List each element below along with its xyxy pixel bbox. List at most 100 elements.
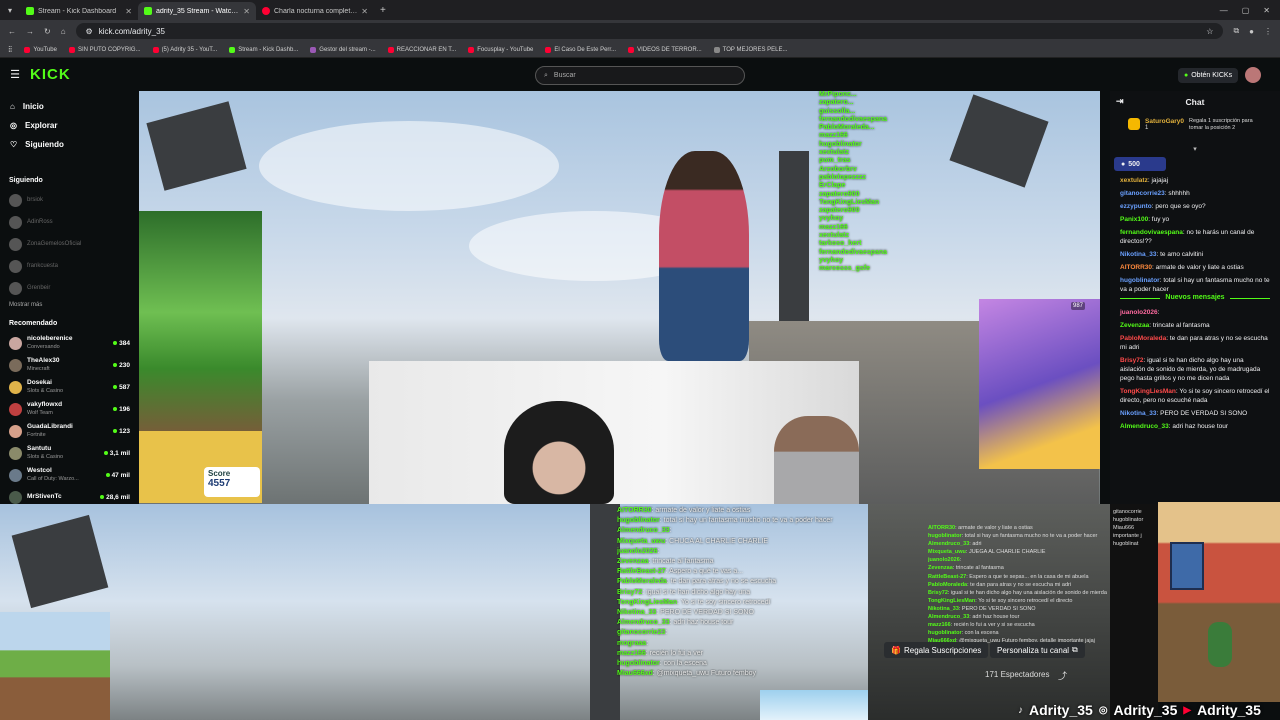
bookmark-item[interactable]: YouTube xyxy=(24,46,57,53)
forward-icon[interactable]: → xyxy=(26,27,34,36)
tab-search-icon[interactable]: ▾ xyxy=(0,6,20,15)
bookmark-item[interactable]: (5) Adrity 35 - YouT... xyxy=(152,46,217,53)
recommended-item[interactable]: nicoleberenice Conversando 384 xyxy=(0,332,139,354)
kick-logo[interactable]: KICK xyxy=(30,66,71,83)
bookmark-item[interactable]: SIN PUTO COPYRIG... xyxy=(68,46,141,53)
bookmark-item[interactable]: TOP MEJORES PELE... xyxy=(713,46,787,53)
extensions-icon[interactable]: ⧉ xyxy=(1233,26,1239,36)
bookmark-item[interactable]: Focusplay - YouTube xyxy=(468,46,533,53)
video-player[interactable]: Score 4557 987 MrPiponc... zapatero... gui… xyxy=(139,91,1100,504)
chat-message[interactable]: gitanocorrie23: shhhhh xyxy=(1120,189,1270,198)
recommended-item[interactable]: GuadaLibrandi Fortnite 123 xyxy=(0,420,139,442)
bookmark-item[interactable]: REACCIONAR EN T... xyxy=(387,46,456,53)
minimize-icon[interactable]: — xyxy=(1220,6,1228,15)
channel-category: Slots & Casino xyxy=(27,454,64,461)
following-item[interactable]: frankcuesta xyxy=(0,255,139,277)
bookmark-item[interactable]: VIDEOS DE TERROR... xyxy=(628,46,702,53)
maximize-icon[interactable]: ▢ xyxy=(1242,6,1250,15)
bookmark-item[interactable]: El Caso De Este Perr... xyxy=(545,46,616,53)
chat-message[interactable]: PabloMoraleda: te dan para atras y no se… xyxy=(1120,334,1270,352)
chat-username[interactable]: Almendruco_33 xyxy=(1120,423,1169,430)
chat-message[interactable]: TongKingLiesMan: Yo si te soy sincero re… xyxy=(1120,387,1270,405)
share-icon[interactable]: ⤴ xyxy=(1058,669,1067,682)
close-icon[interactable]: ✕ xyxy=(361,7,368,16)
user-avatar[interactable] xyxy=(1245,67,1261,83)
show-more-link[interactable]: Mostrar más xyxy=(0,299,139,311)
following-item[interactable]: AdinRoss xyxy=(0,211,139,233)
profile-icon[interactable]: ● xyxy=(1249,27,1254,36)
chat-message[interactable]: Nikotina_33: te amo calvitini xyxy=(1120,250,1270,259)
get-kicks-button[interactable]: ● Obtén KICKs xyxy=(1178,68,1239,83)
pinned-gift[interactable]: SaturoGary0 1 Regala 1 suscripción para … xyxy=(1110,112,1280,145)
chat-username[interactable]: AITORR30 xyxy=(1120,264,1152,271)
chat-message[interactable]: Panix100: fuy yo xyxy=(1120,215,1270,224)
nav-explore[interactable]: ◎ Explorar xyxy=(0,116,139,135)
coin-icon: ● xyxy=(1121,160,1126,168)
chat-username[interactable]: Nikotina_33 xyxy=(1120,251,1157,258)
browser-tab-dashboard[interactable]: Stream - Kick Dashboard ✕ xyxy=(20,2,138,20)
chat-message[interactable]: Nikotina_33: PERO DE VERDAD SI SONO xyxy=(1120,409,1270,418)
recommended-item[interactable]: Westcol Call of Duty: Warzo... 47 mil xyxy=(0,464,139,486)
chat-message[interactable]: xextulatz: jajajaj xyxy=(1120,176,1270,185)
close-icon[interactable]: ✕ xyxy=(125,7,132,16)
customize-channel-button[interactable]: Personaliza tu canal ⧉ xyxy=(990,642,1085,658)
tiktok-icon: ♪ xyxy=(1018,704,1023,716)
following-item[interactable]: brsiok xyxy=(0,189,139,211)
recommended-item[interactable]: TheAlex30 Minecraft 230 xyxy=(0,354,139,376)
close-window-icon[interactable]: ✕ xyxy=(1263,6,1270,15)
pedestrian-shape xyxy=(659,151,749,361)
search-input[interactable]: ⌕ Buscar xyxy=(535,66,745,85)
apps-icon[interactable]: ⣿ xyxy=(8,46,12,53)
chat-message[interactable]: Almendruco_33: adri haz house tour xyxy=(1120,422,1270,431)
chat-user: Nikotina_33 xyxy=(928,605,959,612)
nav-following[interactable]: ♡ Siguiendo xyxy=(0,135,139,154)
chat-username[interactable]: Zevenzaa xyxy=(1120,322,1149,329)
chat-username[interactable]: ezzypunto xyxy=(1120,203,1152,210)
chat-username[interactable]: juanolo2026 xyxy=(1120,309,1158,316)
chat-text: : PERO DE VERDAD SI SONO xyxy=(958,605,1036,612)
recommended-item[interactable]: Dosekai Slots & Casino 587 xyxy=(0,376,139,398)
chat-username[interactable]: Brisy72 xyxy=(1120,357,1144,364)
recommended-item[interactable]: vakyflowxd Wolf Team 196 xyxy=(0,398,139,420)
gift-subs-button[interactable]: 🎁 Regala Suscripciones xyxy=(884,642,989,658)
bookmark-item[interactable]: Stream - Kick Dashb... xyxy=(229,46,298,53)
star-icon[interactable]: ☆ xyxy=(1206,27,1213,36)
new-tab-button[interactable]: + xyxy=(380,5,386,16)
hamburger-menu-icon[interactable]: ☰ xyxy=(0,68,30,81)
back-icon[interactable]: ← xyxy=(8,27,16,36)
chat-username[interactable]: Panix100 xyxy=(1120,216,1148,223)
following-item[interactable]: ZonaGemelosOficial xyxy=(0,233,139,255)
chat-message[interactable]: Brisy72: igual si te han dicho algo hay … xyxy=(1120,356,1270,383)
chat-username[interactable]: PabloMoraleda xyxy=(1120,335,1166,342)
chat-username[interactable]: fernandovivaespana xyxy=(1120,229,1183,236)
chat-username[interactable]: xextulatz xyxy=(1120,177,1148,184)
chat-message[interactable]: AITORR30: armate de valor y liate a osti… xyxy=(1120,263,1270,272)
chat-username[interactable]: gitanocorrie23 xyxy=(1120,190,1165,197)
reload-icon[interactable]: ↻ xyxy=(44,27,51,36)
close-icon[interactable]: ✕ xyxy=(243,7,250,16)
chat-message[interactable]: hugoblinator: total si hay un fantasma m… xyxy=(1120,276,1270,294)
mini-chat-line: Almendruco_33: adri haz house tour xyxy=(928,613,1108,621)
browser-tab-youtube[interactable]: Charla nocturna completamen... ✕ xyxy=(256,2,374,20)
site-info-icon[interactable]: ⚙ xyxy=(86,27,93,36)
chat-username[interactable]: Nikotina_33 xyxy=(1120,410,1157,417)
menu-icon[interactable]: ⋮ xyxy=(1264,27,1272,36)
browser-tab-stream[interactable]: adrity_35 Stream - Watch L... ✕ xyxy=(138,2,256,20)
tip-badge[interactable]: ● 500 xyxy=(1114,157,1166,171)
bookmark-item[interactable]: Gestor del stream -... xyxy=(310,46,376,53)
chat-message[interactable]: ezzypunto: pero que se oyo? xyxy=(1120,202,1270,211)
nav-home[interactable]: ⌂ Inicio xyxy=(0,97,139,116)
collapse-chat-icon[interactable]: ⇥ xyxy=(1116,96,1124,107)
chat-message[interactable]: juanolo2026: xyxy=(1120,308,1270,317)
chat-message[interactable]: fernandovivaespana: no te harás un canal… xyxy=(1120,228,1270,246)
chat-message[interactable]: Zevenzaa: trincate al fantasma xyxy=(1120,321,1270,330)
url-field[interactable]: ⚙ kick.com/adrity_35 ☆ xyxy=(75,23,1224,39)
chat-username[interactable]: hugoblinator xyxy=(1120,277,1160,284)
chat-username[interactable]: TongKingLiesMan xyxy=(1120,388,1176,395)
chevron-down-icon[interactable]: ▾ xyxy=(1110,145,1280,155)
pinned-user: SaturoGary0 xyxy=(1145,118,1185,125)
gift-icon xyxy=(1128,118,1140,130)
recommended-item[interactable]: Santutu Slots & Casino 3,1 mil xyxy=(0,442,139,464)
following-item[interactable]: Grenbeir xyxy=(0,277,139,299)
home-icon[interactable]: ⌂ xyxy=(61,27,66,36)
